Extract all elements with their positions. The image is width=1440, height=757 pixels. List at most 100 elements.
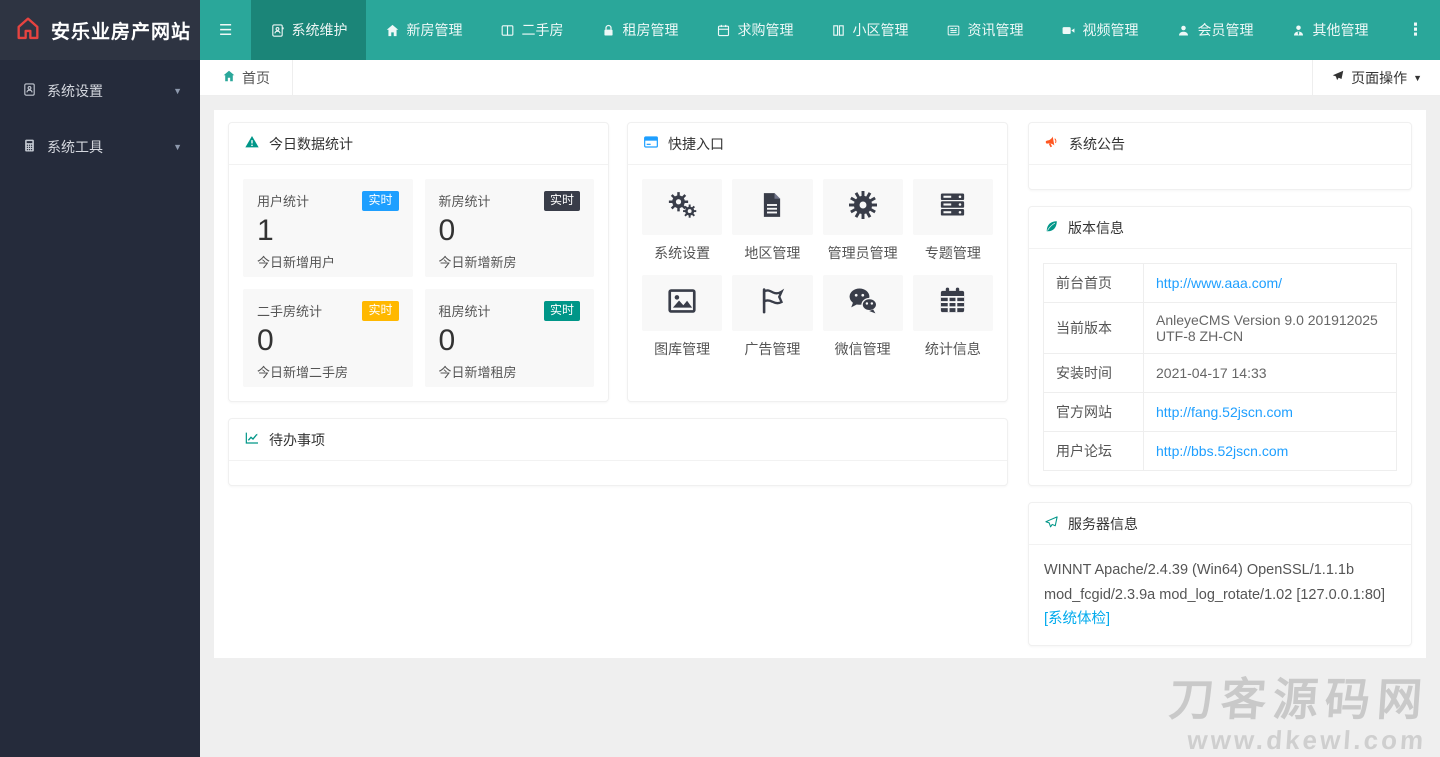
chart-line-icon (244, 430, 260, 449)
sidebar-item-system-settings[interactable]: 系统设置 ▼ (0, 66, 200, 116)
home-icon (385, 23, 400, 38)
calculator-icon (22, 138, 37, 156)
quick-entry-statistics[interactable]: 统计信息 (913, 275, 993, 359)
card-title: 快捷入口 (668, 134, 724, 154)
official-site-link[interactable]: http://fang.52jscn.com (1156, 404, 1293, 420)
card-title: 版本信息 (1068, 218, 1124, 238)
todo-empty-body (229, 461, 1007, 485)
image-icon (666, 285, 698, 322)
address-book-icon (22, 82, 37, 100)
card-todo: 待办事项 (228, 418, 1008, 486)
stat-rentals: 租房统计实时 0 今日新增租房 (425, 289, 595, 387)
card-title: 今日数据统计 (269, 134, 353, 154)
card-title: 服务器信息 (1068, 514, 1138, 534)
card-server-info: 服务器信息 WINNT Apache/2.4.39 (Win64) OpenSS… (1028, 502, 1412, 646)
user-tie-icon (1291, 23, 1306, 38)
user-forum-link[interactable]: http://bbs.52jscn.com (1156, 443, 1288, 459)
table-row: 安装时间 2021-04-17 14:33 (1044, 354, 1397, 393)
realtime-badge: 实时 (544, 301, 580, 321)
sidebar-item-system-tools[interactable]: 系统工具 ▼ (0, 122, 200, 172)
cogs-icon (666, 188, 699, 226)
realtime-badge: 实时 (362, 191, 398, 211)
nav-item-purchase[interactable]: 求购管理 (697, 0, 812, 60)
stat-users: 用户统计实时 1 今日新增用户 (243, 179, 413, 277)
flag-icon (757, 285, 788, 321)
caret-down-icon: ▼ (173, 142, 182, 152)
install-time-value: 2021-04-17 14:33 (1144, 354, 1397, 393)
table-row: 用户论坛 http://bbs.52jscn.com (1044, 432, 1397, 471)
quick-entry-system-settings[interactable]: 系统设置 (642, 179, 722, 263)
paper-plane-icon (1044, 515, 1059, 533)
app-logo[interactable]: 安乐业房产网站 (0, 0, 200, 60)
nav-more-button[interactable]: ⋮ (1391, 0, 1440, 60)
quick-entry-topics[interactable]: 专题管理 (913, 179, 993, 263)
page-action-button[interactable]: 页面操作 ▼ (1312, 60, 1440, 95)
quick-entry-ads[interactable]: 广告管理 (732, 275, 812, 359)
quick-entry-gallery[interactable]: 图库管理 (642, 275, 722, 359)
quick-entry-admins[interactable]: 管理员管理 (823, 179, 903, 263)
card-today-stats: 今日数据统计 用户统计实时 1 今日新增用户 新房统计实时 0 今日新增新房 (228, 122, 609, 402)
stat-second-hand: 二手房统计实时 0 今日新增二手房 (243, 289, 413, 387)
lock-icon (601, 23, 616, 38)
ellipsis-v-icon: ⋮ (1407, 20, 1424, 40)
sidebar: 系统设置 ▼ 系统工具 ▼ (0, 60, 200, 757)
nav-item-community[interactable]: 小区管理 (812, 0, 927, 60)
caret-down-icon: ▼ (1413, 73, 1422, 83)
card-announcement: 系统公告 (1028, 122, 1412, 190)
app-title: 安乐业房产网站 (51, 17, 191, 44)
video-icon (1061, 23, 1076, 38)
leaf-icon (1044, 219, 1059, 237)
server-info-text: WINNT Apache/2.4.39 (Win64) OpenSSL/1.1.… (1029, 545, 1411, 645)
calendar-alt-icon (937, 285, 968, 321)
user-icon (1176, 23, 1191, 38)
realtime-badge: 实时 (362, 301, 398, 321)
stat-value: 0 (439, 322, 581, 360)
stat-value: 0 (257, 322, 399, 360)
bullhorn-icon (1044, 134, 1060, 153)
card-quick-entry: 快捷入口 系统设置 地区管理 管理员管理 (627, 122, 1008, 402)
stat-value: 1 (257, 212, 399, 250)
servers-icon (937, 189, 968, 225)
table-row: 前台首页 http://www.aaa.com/ (1044, 264, 1397, 303)
file-text-icon (757, 190, 787, 225)
top-nav: ☰ 系统维护 新房管理 二手房 租房管理 求购管理 小区管理 资讯管理 (200, 0, 1440, 60)
home-icon (222, 69, 236, 86)
paper-plane-icon (1331, 69, 1345, 86)
nav-item-other[interactable]: 其他管理 (1272, 0, 1387, 60)
breadcrumb-bar: 首页 页面操作 ▼ (200, 60, 1440, 96)
nav-item-rental[interactable]: 租房管理 (582, 0, 697, 60)
version-table: 前台首页 http://www.aaa.com/ 当前版本 AnleyeCMS … (1043, 263, 1397, 471)
calendar-icon (716, 23, 731, 38)
system-check-link[interactable]: [系统体检] (1044, 611, 1110, 627)
table-row: 当前版本 AnleyeCMS Version 9.0 201912025 UTF… (1044, 303, 1397, 354)
main-area: 首页 页面操作 ▼ 今日数据统计 用户统计实时 1 (200, 60, 1440, 757)
gear-icon (847, 189, 879, 226)
top-header: 安乐业房产网站 ☰ 系统维护 新房管理 二手房 租房管理 求购管理 小区管理 (0, 0, 1440, 60)
current-version-value: AnleyeCMS Version 9.0 201912025 UTF-8 ZH… (1144, 303, 1397, 354)
stat-new-houses: 新房统计实时 0 今日新增新房 (425, 179, 595, 277)
window-icon (643, 134, 659, 153)
frontend-home-link[interactable]: http://www.aaa.com/ (1156, 275, 1282, 291)
card-title: 系统公告 (1069, 134, 1125, 154)
newspaper-icon (946, 23, 961, 38)
nav-item-new-house[interactable]: 新房管理 (366, 0, 481, 60)
announcement-empty-body (1029, 165, 1411, 189)
nav-item-video[interactable]: 视频管理 (1042, 0, 1157, 60)
caret-down-icon: ▼ (173, 86, 182, 96)
nav-item-members[interactable]: 会员管理 (1157, 0, 1272, 60)
warning-triangle-icon (244, 134, 260, 153)
outdent-icon: ☰ (219, 23, 232, 38)
nav-item-second-hand[interactable]: 二手房 (481, 0, 582, 60)
nav-item-system-maintenance[interactable]: 系统维护 (251, 0, 366, 60)
home-logo-icon (14, 14, 42, 47)
content: 今日数据统计 用户统计实时 1 今日新增用户 新房统计实时 0 今日新增新房 (214, 110, 1426, 658)
stat-value: 0 (439, 212, 581, 250)
quick-entry-wechat[interactable]: 微信管理 (823, 275, 903, 359)
wechat-icon (846, 284, 879, 322)
realtime-badge: 实时 (544, 191, 580, 211)
quick-entry-region[interactable]: 地区管理 (732, 179, 812, 263)
sidebar-collapse-button[interactable]: ☰ (200, 0, 251, 60)
breadcrumb[interactable]: 首页 (200, 60, 293, 95)
nav-item-news[interactable]: 资讯管理 (927, 0, 1042, 60)
card-version-info: 版本信息 前台首页 http://www.aaa.com/ 当前版本 Anley… (1028, 206, 1412, 486)
